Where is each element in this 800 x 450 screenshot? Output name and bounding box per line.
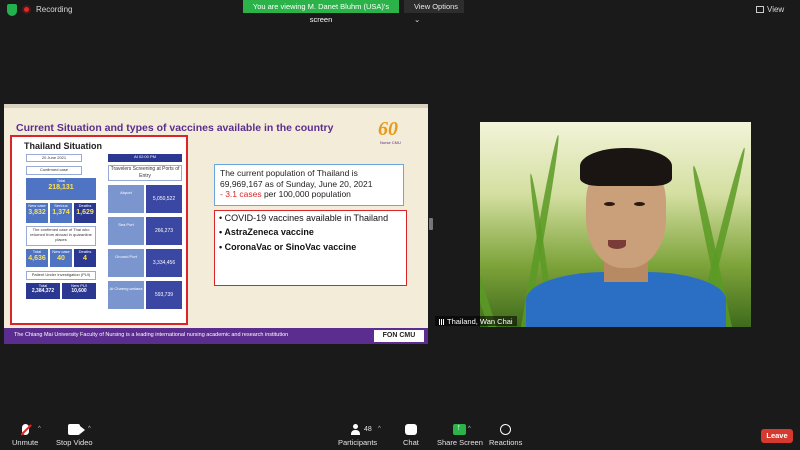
port-label-chaeng-watana: At Chaeng watana <box>108 281 144 309</box>
confirmed-case-tile: Confirmed case <box>26 166 82 175</box>
quarantine-deaths-value: 4 <box>83 255 87 263</box>
quarantine-label-tile: The confirmed case of Thai who returned … <box>26 226 96 246</box>
security-shield-icon[interactable] <box>7 4 17 16</box>
stop-video-label: Stop Video <box>56 438 93 447</box>
port-label-ground: Ground Port <box>108 249 144 277</box>
video-options-caret-icon[interactable]: ^ <box>88 426 91 432</box>
participant-name: Thailand, Wan Chai <box>447 317 513 326</box>
port-value-sea: 266,273 <box>146 217 182 245</box>
chat-label: Chat <box>403 438 419 447</box>
screening-label-tile: Travelers Screening at Ports of Entry <box>108 165 182 181</box>
microphone-muted-icon <box>21 424 29 435</box>
port-value-ground: 3,334,456 <box>146 249 182 277</box>
person-hair <box>580 148 672 186</box>
share-screen-icon <box>453 422 467 435</box>
grid-view-icon[interactable] <box>756 6 764 13</box>
share-screen-label: Share Screen <box>437 438 483 447</box>
zoom-meeting-window: Recording You are viewing M. Danet Bluhm… <box>0 0 800 450</box>
vaccine-coronavac: • CoronaVac or SinoVac vaccine <box>219 241 357 252</box>
population-line-1: The current population of Thailand is <box>220 168 358 178</box>
share-screen-button[interactable]: Share Screen <box>437 422 483 447</box>
share-options-caret-icon[interactable]: ^ <box>468 426 471 432</box>
date-tile: 20 June 2021 <box>26 154 82 162</box>
port-value-chaeng-watana: 593,739 <box>146 281 182 309</box>
logo-number: 60 <box>378 118 398 140</box>
total-tile: Total 218,131 <box>26 178 96 200</box>
new-case-tile: New case 3,832 <box>26 203 48 223</box>
participants-caret-icon[interactable]: ^ <box>378 426 381 432</box>
reactions-label: Reactions <box>489 438 523 447</box>
pui-label-tile: Patient Under Investigation (PUI) <box>26 271 96 280</box>
shared-screen-slide: Current Situation and types of vaccines … <box>4 104 428 344</box>
participants-icon <box>350 424 365 435</box>
participants-label: Participants <box>338 438 378 447</box>
participants-count: 48 <box>364 426 372 433</box>
pui-new-tile: New PUI 10,600 <box>62 283 96 299</box>
deaths-value: 1,629 <box>76 209 94 217</box>
fon-cmu-logo: FON CMU <box>374 330 424 342</box>
person-eye <box>604 202 615 206</box>
pui-total-tile: Total 2,384,372 <box>26 283 60 299</box>
reactions-icon <box>500 424 512 435</box>
chat-icon <box>404 424 417 435</box>
recording-label: Recording <box>36 5 73 14</box>
vaccines-box: • COVID-19 vaccines available in Thailan… <box>214 210 407 286</box>
vaccines-heading: • COVID-19 vaccines available in Thailan… <box>219 213 389 223</box>
reactions-button[interactable]: Reactions <box>489 424 522 447</box>
slide-title: Current Situation and types of vaccines … <box>16 122 334 134</box>
thailand-situation-title: Thailand Situation <box>24 141 102 151</box>
thailand-situation-panel: Thailand Situation 20 June 2021 Confirme… <box>10 135 188 325</box>
top-bar: Recording You are viewing M. Danet Bluhm… <box>0 0 800 24</box>
participant-video[interactable] <box>480 122 751 327</box>
slide-top-border <box>4 104 428 108</box>
view-button[interactable]: View <box>767 5 784 14</box>
port-label-sea: Sea Port <box>108 217 144 245</box>
population-box: The current population of Thailand is 69… <box>214 164 404 206</box>
quarantine-new-value: 40 <box>57 255 65 263</box>
pui-total-value: 2,384,372 <box>31 288 55 295</box>
population-line-2: 69,969,167 as of Sunday, June 20, 2021 <box>220 178 373 189</box>
person-mouth <box>608 240 626 249</box>
population-per: per 100,000 population <box>261 189 351 200</box>
vaccine-astrazeneca: • AstraZeneca vaccine <box>219 227 314 238</box>
port-value-airport: 5,050,522 <box>146 185 182 213</box>
time-tile: At 02:00 PM <box>108 154 182 162</box>
anniversary-logo: 60 Nurse CMU <box>372 118 418 148</box>
unmute-button[interactable]: Unmute <box>12 424 38 447</box>
meeting-toolbar <box>0 420 800 450</box>
serious-value: 1,374 <box>52 209 70 217</box>
quarantine-deaths-tile: Deaths 4 <box>74 249 96 267</box>
population-line-3: - 3.1 cases per 100,000 population <box>220 189 398 200</box>
view-options-label: View Options <box>414 2 459 11</box>
deaths-tile: Deaths 1,629 <box>74 203 96 223</box>
signal-strength-icon <box>439 319 445 325</box>
quarantine-new-tile: New case 40 <box>50 249 72 267</box>
recording-icon <box>22 5 31 14</box>
port-label-airport: Airport <box>108 185 144 213</box>
audio-options-caret-icon[interactable]: ^ <box>38 426 41 432</box>
slide-footer-text: The Chiang Mai University Faculty of Nur… <box>14 332 289 338</box>
participant-name-tag: Thailand, Wan Chai <box>435 316 517 326</box>
unmute-label: Unmute <box>12 438 39 447</box>
quarantine-total-value: 4,636 <box>28 255 46 263</box>
new-case-value: 3,832 <box>28 209 46 217</box>
quarantine-total-tile: Total 4,636 <box>26 249 48 267</box>
video-camera-icon <box>68 424 86 435</box>
splitter-handle[interactable] <box>429 218 433 230</box>
serious-tile: Serious 1,374 <box>50 203 72 223</box>
population-cases: - 3.1 cases <box>220 189 262 200</box>
total-value: 218,131 <box>48 184 74 192</box>
screen-share-banner: You are viewing M. Danet Bluhm (USA)'s s… <box>243 0 399 24</box>
chevron-down-icon: ⌄ <box>414 15 421 24</box>
logo-subtext: Nurse CMU <box>380 140 401 145</box>
pui-new-value: 10,600 <box>71 288 87 295</box>
view-options-button[interactable]: View Options ⌄ <box>404 0 464 24</box>
person-eye <box>634 202 645 206</box>
chat-button[interactable]: Chat <box>403 424 419 447</box>
leave-button[interactable]: Leave <box>761 429 793 443</box>
